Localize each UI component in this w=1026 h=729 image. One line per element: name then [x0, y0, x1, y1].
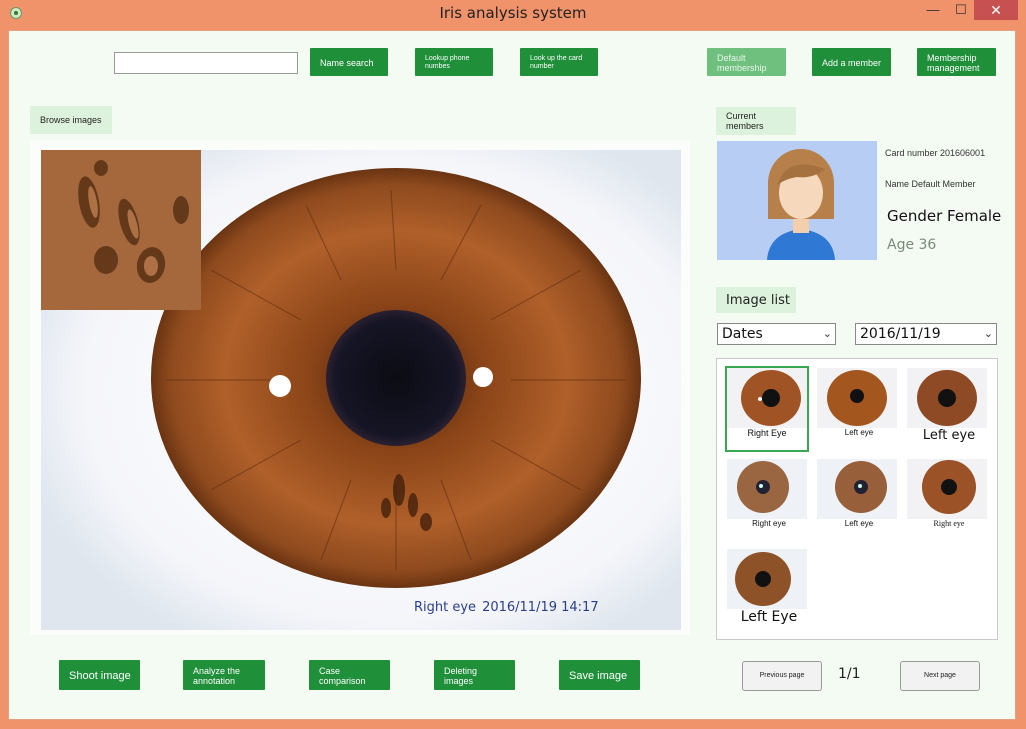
close-button[interactable]: ✕ [974, 0, 1018, 20]
default-membership-button[interactable]: Default membership [707, 48, 786, 76]
thumbnail-label: Right eye [933, 519, 965, 528]
previous-page-button[interactable]: Previous page [742, 661, 822, 691]
maximize-button[interactable]: ☐ [948, 0, 974, 20]
member-name: Name Default Member [885, 179, 976, 189]
image-list-tab[interactable]: Image list [716, 287, 796, 313]
thumbnail-item[interactable]: Left eye [817, 368, 901, 452]
member-gender: Gender Female [887, 207, 1002, 225]
member-card-number: Card number 201606001 [885, 148, 986, 158]
thumbnail-label: Left Eye [740, 609, 798, 625]
date-select[interactable]: 2016/11/19 ⌄ [855, 323, 997, 345]
add-member-button[interactable]: Add a member [812, 48, 891, 76]
browse-images-tab[interactable]: Browse images [30, 106, 112, 134]
filter-select-value: Dates [722, 326, 763, 342]
image-caption: Right eye 2016/11/19 14:17 [414, 600, 599, 615]
thumbnail-item[interactable]: Left eye [907, 368, 991, 452]
window-title: Iris analysis system [439, 4, 587, 22]
thumbnail-item[interactable]: Right eye [907, 459, 991, 543]
case-comparison-button[interactable]: Case comparison [309, 660, 390, 690]
lookup-card-button[interactable]: Look up the card number [520, 48, 598, 76]
save-image-button[interactable]: Save image [559, 660, 640, 690]
chevron-down-icon: ⌄ [822, 327, 832, 340]
filter-select[interactable]: Dates ⌄ [717, 323, 836, 345]
page-indicator: 1/1 [838, 666, 861, 682]
chevron-down-icon: ⌄ [983, 327, 993, 340]
thumbnail-label: Right Eye [747, 428, 787, 438]
next-page-button[interactable]: Next page [900, 661, 980, 691]
female-avatar-icon [717, 141, 877, 260]
analyze-annotation-button[interactable]: Analyze the annotation [183, 660, 265, 690]
caption-eye: Right eye [414, 600, 477, 615]
zoom-inset [41, 150, 201, 310]
thumbnail-item[interactable]: Left eye [817, 459, 901, 543]
delete-images-button[interactable]: Deleting images [434, 660, 515, 690]
date-select-value: 2016/11/19 [860, 326, 941, 342]
avatar [717, 141, 877, 260]
thumbnail-item[interactable]: Left Eye [727, 549, 811, 633]
minimize-button[interactable]: — [918, 0, 948, 20]
thumbnail-item[interactable]: Right Eye [725, 366, 809, 452]
lookup-phone-button[interactable]: Lookup phone numbes [415, 48, 493, 76]
member-age: Age 36 [887, 237, 937, 253]
thumbnail-item[interactable]: Right eye [727, 459, 811, 543]
thumbnail-label: Left eye [844, 428, 874, 437]
thumbnail-label: Right eye [752, 519, 786, 528]
thumbnail-label: Left eye [922, 428, 976, 443]
shoot-image-button[interactable]: Shoot image [59, 660, 140, 690]
name-search-button[interactable]: Name search [310, 48, 388, 76]
membership-management-button[interactable]: Membership management [917, 48, 996, 76]
thumbnail-label: Left eye [844, 519, 874, 528]
current-members-tab[interactable]: Current members [716, 107, 796, 135]
search-input[interactable] [114, 52, 298, 74]
caption-datetime: 2016/11/19 14:17 [482, 600, 599, 615]
